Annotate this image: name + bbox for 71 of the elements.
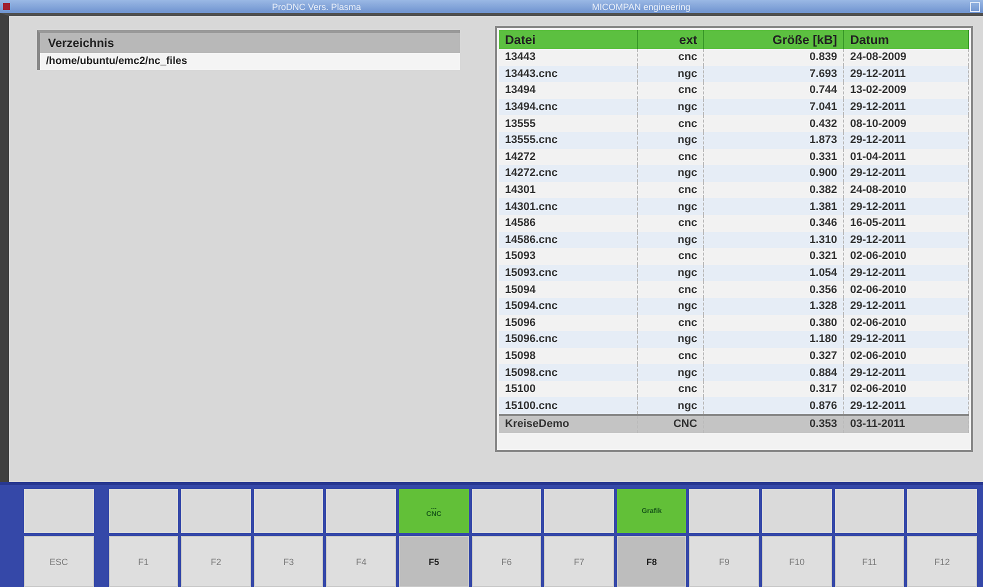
table-cell: 14301.cnc — [499, 198, 638, 215]
table-cell: 15093.cnc — [499, 264, 638, 282]
table-cell: 1.310 — [704, 232, 844, 248]
window-icon — [3, 3, 10, 10]
table-cell: 29-12-2011 — [844, 232, 968, 248]
table-cell: 29-12-2011 — [844, 364, 968, 381]
table-cell: 1.328 — [704, 298, 844, 314]
table-cell: 0.353 — [704, 415, 844, 433]
table-cell: 1.381 — [704, 198, 844, 215]
table-cell: 29-12-2011 — [844, 331, 968, 348]
table-cell: 7.693 — [704, 66, 844, 82]
window-title: MICOMPAN engineering — [592, 2, 690, 12]
file-row[interactable]: 15098.cnc ngc 0.884 29-12-2011 — [499, 364, 968, 381]
table-cell: ngc — [637, 66, 704, 82]
directory-header: Verzeichnis — [40, 33, 460, 53]
window-title: ProDNC Vers. Plasma — [272, 2, 362, 12]
table-cell: 0.884 — [704, 364, 844, 381]
file-row[interactable]: 13494.cnc ngc 7.041 29-12-2011 — [499, 98, 968, 116]
table-cell: ngc — [637, 132, 704, 149]
table-cell: ngc — [637, 165, 704, 182]
table-cell: 15098.cnc — [499, 364, 638, 381]
table-cell: ngc — [637, 98, 704, 116]
maximize-button[interactable] — [970, 2, 980, 12]
table-cell: 0.900 — [704, 165, 844, 182]
file-row[interactable]: 15096.cnc ngc 1.180 29-12-2011 — [499, 331, 968, 348]
table-cell: 29-12-2011 — [844, 132, 968, 149]
table-cell: ngc — [637, 232, 704, 248]
table-cell: 1.054 — [704, 264, 844, 282]
file-row[interactable]: 15093.cnc ngc 1.054 29-12-2011 — [499, 264, 968, 282]
table-cell: 29-12-2011 — [844, 198, 968, 215]
table-cell: ngc — [637, 298, 704, 314]
column-header[interactable]: Größe [kB] — [704, 30, 844, 49]
table-cell: 13555.cnc — [499, 132, 638, 149]
table-cell: 15096.cnc — [499, 331, 638, 348]
file-row[interactable]: 14272.cnc ngc 0.900 29-12-2011 — [499, 165, 968, 182]
function-key[interactable]: F5 — [399, 536, 469, 587]
file-row[interactable]: 14586.cnc ngc 1.310 29-12-2011 — [499, 232, 968, 248]
table-cell: 29-12-2011 — [844, 66, 968, 82]
table-cell: 14586.cnc — [499, 232, 638, 248]
table-cell: 13443.cnc — [499, 66, 638, 82]
table-cell: 7.041 — [704, 98, 844, 116]
column-header[interactable]: ext — [637, 30, 704, 49]
table-cell: 29-12-2011 — [844, 165, 968, 182]
column-header[interactable]: Datei — [499, 30, 638, 49]
table-cell: CNC — [637, 415, 704, 433]
table-cell: 15100.cnc — [499, 397, 638, 416]
file-row[interactable]: 13555.cnc ngc 1.873 29-12-2011 — [499, 132, 968, 149]
file-row[interactable]: 15094.cnc ngc 1.328 29-12-2011 — [499, 298, 968, 314]
table-cell: ngc — [637, 364, 704, 381]
table-cell: ngc — [637, 198, 704, 215]
table-cell: ngc — [637, 331, 704, 348]
table-cell: 1.180 — [704, 331, 844, 348]
table-cell: ngc — [637, 264, 704, 282]
table-cell: 14272.cnc — [499, 165, 638, 182]
file-row[interactable]: 14301.cnc ngc 1.381 29-12-2011 — [499, 198, 968, 215]
table-cell: KreiseDemo — [499, 415, 638, 433]
table-cell: 03-11-2011 — [844, 415, 968, 433]
table-cell: 1.873 — [704, 132, 844, 149]
table-cell: 29-12-2011 — [844, 98, 968, 116]
table-cell: ngc — [637, 397, 704, 416]
table-cell: 13494.cnc — [499, 98, 638, 116]
table-cell: 15094.cnc — [499, 298, 638, 314]
table-cell: 29-12-2011 — [844, 264, 968, 282]
column-header[interactable]: Datum — [844, 30, 968, 49]
table-cell: 0.876 — [704, 397, 844, 416]
table-cell: 29-12-2011 — [844, 298, 968, 314]
table-cell: 29-12-2011 — [844, 397, 968, 416]
file-row[interactable]: 13443.cnc ngc 7.693 29-12-2011 — [499, 66, 968, 82]
function-key[interactable]: F8 — [616, 536, 686, 587]
file-row[interactable]: KreiseDemo CNC 0.353 03-11-2011 — [499, 415, 968, 433]
directory-path: /home/ubuntu/emc2/nc_files — [40, 53, 460, 70]
